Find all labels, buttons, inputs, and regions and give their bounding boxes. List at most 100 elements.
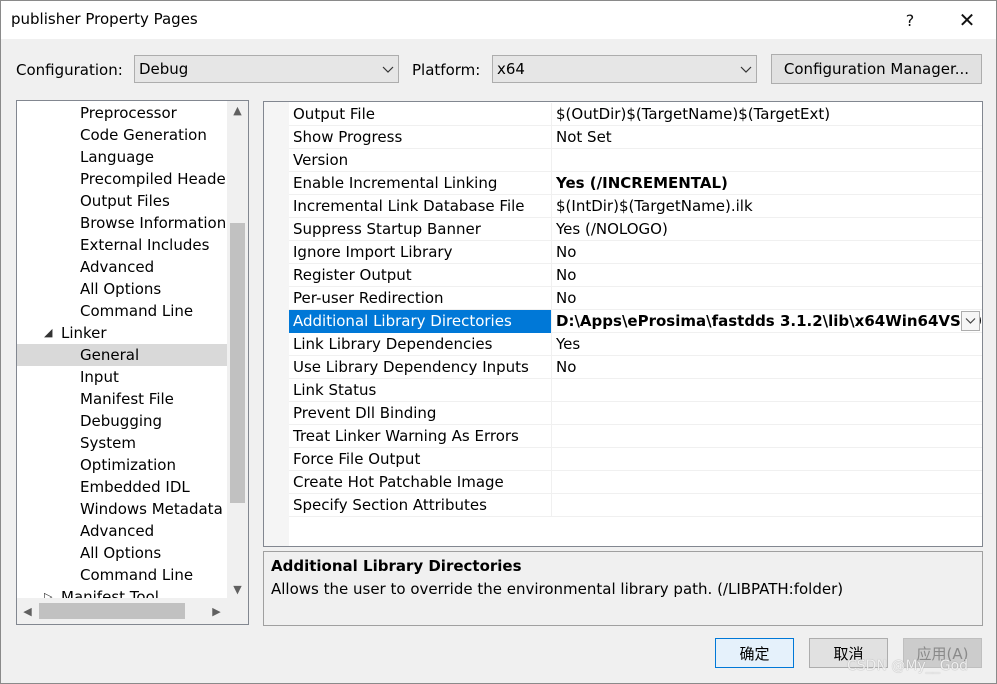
property-name: Specify Section Attributes xyxy=(289,494,552,517)
tree-item-label: External Includes xyxy=(80,236,210,254)
property-value[interactable]: No xyxy=(552,287,982,310)
property-value[interactable] xyxy=(552,448,982,471)
tree-item[interactable]: Advanced xyxy=(17,256,227,278)
tree-item[interactable]: Embedded IDL xyxy=(17,476,227,498)
scroll-thumb[interactable] xyxy=(39,603,185,619)
property-row[interactable]: Link Status xyxy=(289,379,982,402)
tree-item[interactable]: Command Line xyxy=(17,564,227,586)
tree-item[interactable]: General xyxy=(17,344,227,366)
tree-vertical-scrollbar[interactable]: ▲ ▼ xyxy=(227,101,248,598)
property-name: Version xyxy=(289,149,552,172)
tree-item-label: System xyxy=(80,434,136,452)
property-name: Use Library Dependency Inputs xyxy=(289,356,552,379)
tree-item[interactable]: ◢ Linker xyxy=(17,322,227,344)
tree-horizontal-scrollbar[interactable]: ◀ ▶ xyxy=(17,598,227,624)
property-value[interactable]: No xyxy=(552,264,982,287)
property-row[interactable]: Link Library Dependencies Yes xyxy=(289,333,982,356)
description-panel: Additional Library Directories Allows th… xyxy=(263,551,983,626)
property-row[interactable]: Use Library Dependency Inputs No xyxy=(289,356,982,379)
tree-item[interactable]: All Options xyxy=(17,278,227,300)
tree-item[interactable]: Output Files xyxy=(17,190,227,212)
tree-item[interactable]: External Includes xyxy=(17,234,227,256)
property-row[interactable]: Version xyxy=(289,149,982,172)
tree-item[interactable]: Input xyxy=(17,366,227,388)
tree-item-label: Code Generation xyxy=(80,126,207,144)
property-row[interactable]: Create Hot Patchable Image xyxy=(289,471,982,494)
property-value[interactable] xyxy=(552,379,982,402)
property-pages-dialog: publisher Property Pages ? ✕ Configurati… xyxy=(0,0,997,684)
chevron-down-icon xyxy=(740,66,752,73)
property-row[interactable]: Ignore Import Library No xyxy=(289,241,982,264)
property-name: Prevent Dll Binding xyxy=(289,402,552,425)
property-value[interactable]: $(OutDir)$(TargetName)$(TargetExt) xyxy=(552,103,982,126)
property-row[interactable]: Specify Section Attributes xyxy=(289,494,982,517)
value-dropdown-button[interactable] xyxy=(961,311,980,331)
tree-item[interactable]: Browse Information xyxy=(17,212,227,234)
property-value[interactable]: Yes (/NOLOGO) xyxy=(552,218,982,241)
property-row[interactable]: Treat Linker Warning As Errors xyxy=(289,425,982,448)
tree-item[interactable]: Preprocessor xyxy=(17,102,227,124)
close-button[interactable]: ✕ xyxy=(944,1,990,39)
property-value[interactable]: Yes xyxy=(552,333,982,356)
tree-item[interactable]: Advanced xyxy=(17,520,227,542)
tree-item-label: Optimization xyxy=(80,456,176,474)
property-row[interactable]: Per-user Redirection No xyxy=(289,287,982,310)
property-value[interactable]: No xyxy=(552,356,982,379)
property-value[interactable]: Yes (/INCREMENTAL) xyxy=(552,172,982,195)
property-value[interactable] xyxy=(552,425,982,448)
tree-item[interactable]: Windows Metadata xyxy=(17,498,227,520)
property-value[interactable] xyxy=(552,494,982,517)
scroll-up-icon[interactable]: ▲ xyxy=(227,101,248,119)
tree-item[interactable]: Command Line xyxy=(17,300,227,322)
tree-item-label: Advanced xyxy=(80,522,155,540)
tree-item-label: Embedded IDL xyxy=(80,478,190,496)
watermark: CSDN @My__God xyxy=(847,658,969,674)
expanded-icon[interactable]: ◢ xyxy=(44,322,52,344)
tree-item[interactable]: Language xyxy=(17,146,227,168)
tree-item-label: Command Line xyxy=(80,566,194,584)
tree-item[interactable]: Debugging xyxy=(17,410,227,432)
property-row[interactable]: Prevent Dll Binding xyxy=(289,402,982,425)
tree-item-label: Debugging xyxy=(80,412,163,430)
scroll-left-icon[interactable]: ◀ xyxy=(17,602,38,620)
property-row[interactable]: Incremental Link Database File $(IntDir)$… xyxy=(289,195,982,218)
property-grid: Output File $(OutDir)$(TargetName)$(Targe… xyxy=(263,101,983,547)
property-value[interactable] xyxy=(552,402,982,425)
help-button[interactable]: ? xyxy=(887,1,933,39)
scroll-thumb[interactable] xyxy=(230,223,245,503)
property-row[interactable]: Suppress Startup Banner Yes (/NOLOGO) xyxy=(289,218,982,241)
ok-button[interactable]: 确定 xyxy=(715,638,794,668)
property-value[interactable]: $(IntDir)$(TargetName).ilk xyxy=(552,195,982,218)
scroll-down-icon[interactable]: ▼ xyxy=(227,580,248,598)
tree-item-label: Preprocessor xyxy=(80,104,177,122)
property-name: Link Library Dependencies xyxy=(289,333,552,356)
tree-item[interactable]: Optimization xyxy=(17,454,227,476)
property-value[interactable]: No xyxy=(552,241,982,264)
tree-item[interactable]: Manifest File xyxy=(17,388,227,410)
property-row[interactable]: Register Output No xyxy=(289,264,982,287)
property-row[interactable]: Force File Output xyxy=(289,448,982,471)
property-value[interactable]: D:\Apps\eProsima\fastdds 3.1.2\lib\x64Wi… xyxy=(552,310,982,333)
property-value[interactable] xyxy=(552,471,982,494)
platform-select[interactable]: x64 xyxy=(492,55,757,83)
property-row[interactable]: Output File $(OutDir)$(TargetName)$(Targe… xyxy=(289,103,982,126)
property-value[interactable] xyxy=(552,149,982,172)
scroll-right-icon[interactable]: ▶ xyxy=(206,602,227,620)
tree-item-label: Input xyxy=(80,368,119,386)
tree-item-label: All Options xyxy=(80,280,162,298)
property-value[interactable]: Not Set xyxy=(552,126,982,149)
property-name: Additional Library Directories xyxy=(289,310,552,333)
configuration-select[interactable]: Debug xyxy=(134,55,399,83)
tree-item[interactable]: Code Generation xyxy=(17,124,227,146)
help-icon: ? xyxy=(905,10,915,30)
property-row[interactable]: Additional Library Directories D:\Apps\eP… xyxy=(289,310,982,333)
tree-item-label: Manifest File xyxy=(80,390,174,408)
configuration-manager-button[interactable]: Configuration Manager... xyxy=(771,54,982,84)
tree-item[interactable]: All Options xyxy=(17,542,227,564)
tree-item-label: Advanced xyxy=(80,258,155,276)
tree-item-label: Precompiled Heade xyxy=(80,170,226,188)
property-row[interactable]: Enable Incremental Linking Yes (/INCREMEN… xyxy=(289,172,982,195)
tree-item[interactable]: Precompiled Heade xyxy=(17,168,227,190)
tree-item[interactable]: System xyxy=(17,432,227,454)
property-row[interactable]: Show Progress Not Set xyxy=(289,126,982,149)
